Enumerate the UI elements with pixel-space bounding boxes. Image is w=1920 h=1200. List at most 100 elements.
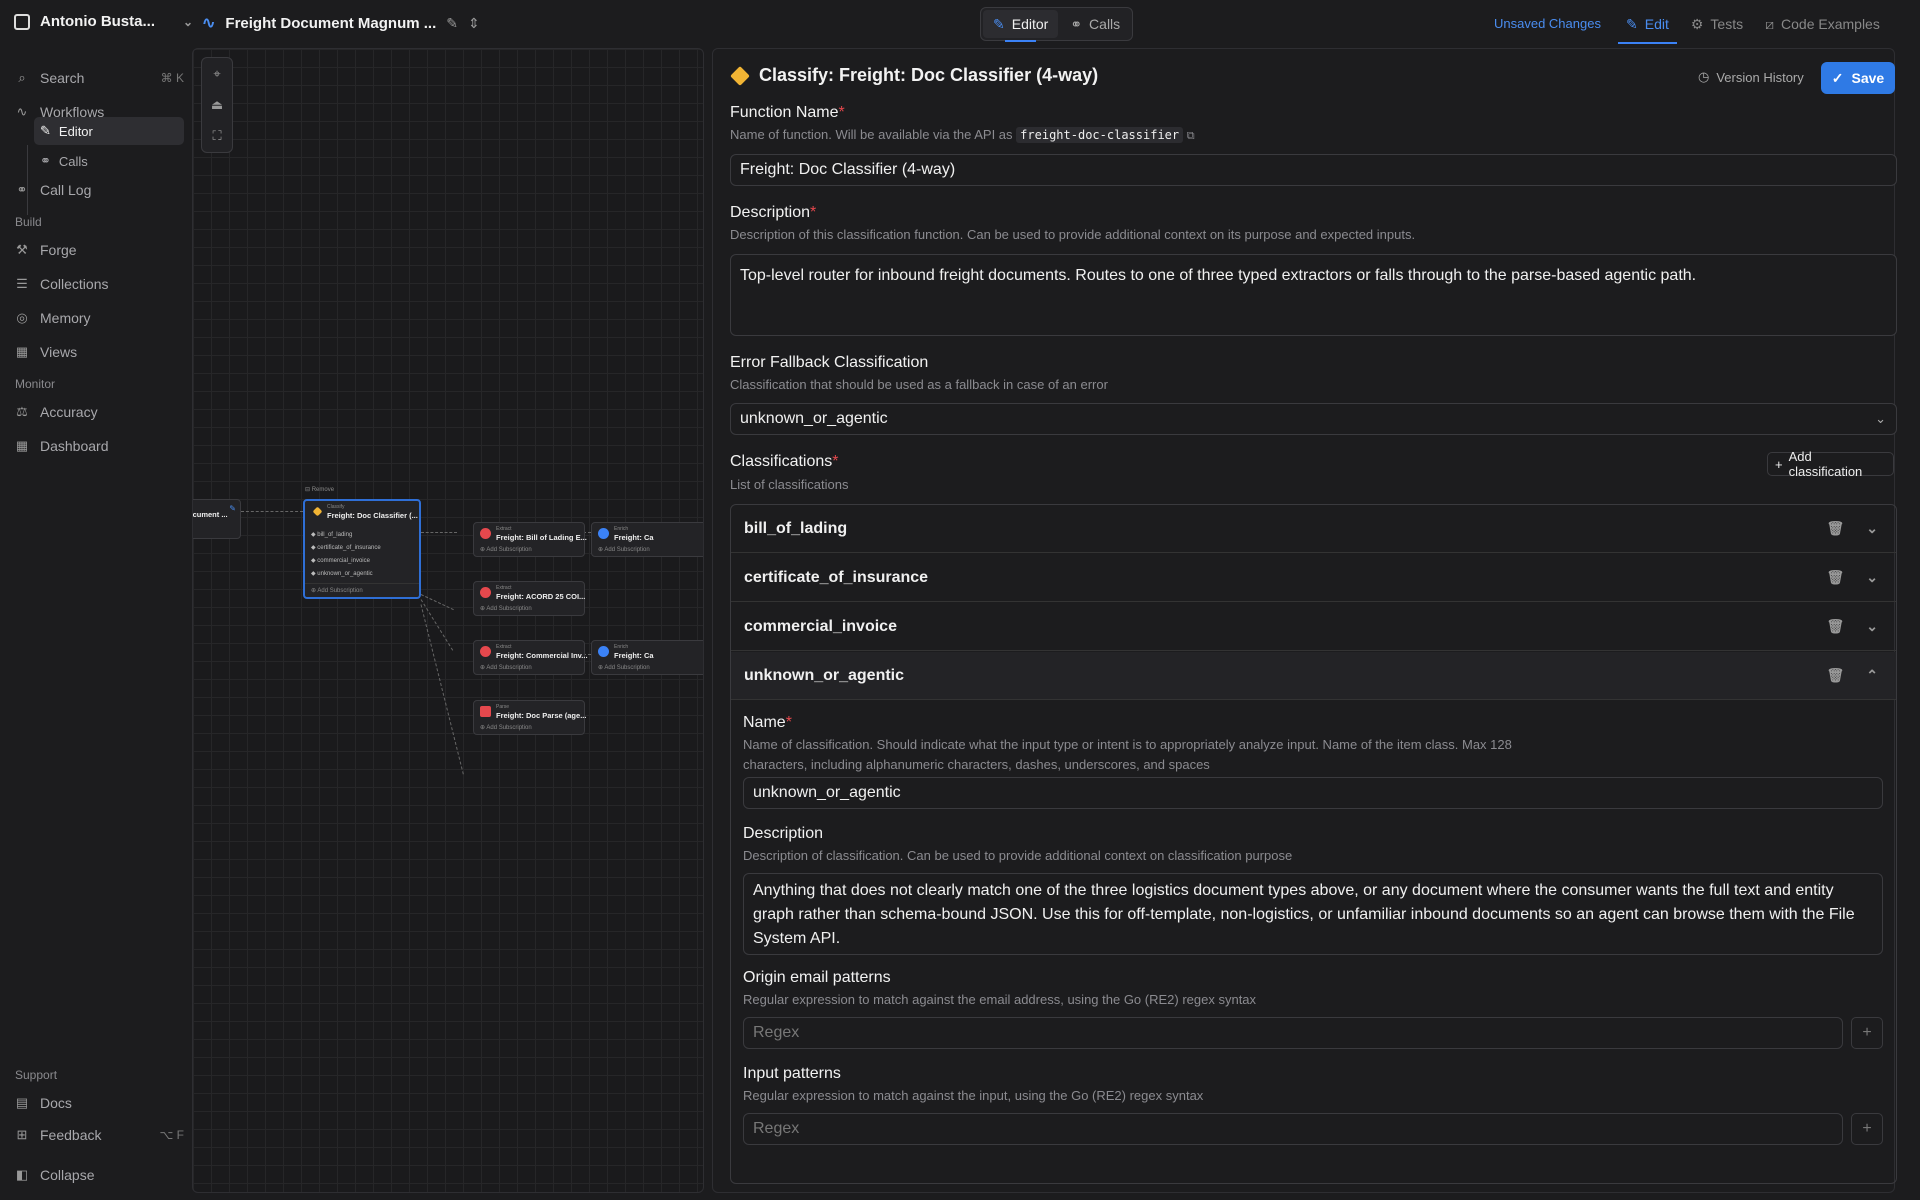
- class-name-input[interactable]: unknown_or_agentic: [743, 777, 1883, 809]
- add-subscription[interactable]: ⊕ Add Subscription: [480, 664, 532, 671]
- api-name-code[interactable]: freight-doc-classifier: [1016, 127, 1184, 143]
- dashboard-icon: ▦: [15, 438, 29, 453]
- panel-tabs: ✎ Edit ⚙ Tests ⧄ Code Examples: [1618, 0, 1880, 48]
- layout-icon[interactable]: ⏏: [211, 97, 223, 113]
- copy-icon[interactable]: ⧉: [1187, 130, 1195, 142]
- classifier-branch: ◆ unknown_or_agentic: [311, 571, 373, 577]
- workspace-switcher[interactable]: Antonio Busta... ⌄: [14, 13, 193, 30]
- plus-icon: +: [1862, 1024, 1872, 1041]
- add-subscription-label: Add Subscription: [604, 665, 650, 671]
- class-name-label-text: Name: [743, 714, 786, 731]
- trash-icon[interactable]: 🗑: [1826, 569, 1844, 586]
- add-subscription[interactable]: ⊕ Add Subscription: [598, 546, 650, 553]
- function-name-input[interactable]: Freight: Doc Classifier (4-way): [730, 154, 1897, 186]
- search-shortcut: ⌘ K: [160, 71, 184, 85]
- classifier-branch: ◆ certificate_of_insurance: [311, 545, 381, 551]
- remove-label[interactable]: ⊟ Remove: [305, 486, 334, 493]
- add-subscription[interactable]: ⊕ Add Subscription: [480, 546, 532, 553]
- version-history-button[interactable]: ◷ Version History: [1698, 69, 1804, 85]
- sidebar-item-views[interactable]: ▦ Views: [14, 338, 184, 366]
- trash-icon[interactable]: 🗑: [1826, 667, 1844, 684]
- sidebar-item-call-log[interactable]: ⚭ Call Log: [14, 176, 184, 204]
- enrich-icon: [598, 528, 609, 539]
- input-regex-input[interactable]: Regex: [743, 1113, 1843, 1145]
- class-name-hint-1: Name of classification. Should indicate …: [743, 737, 1512, 752]
- class-name-hint-2: characters, including alphanumeric chara…: [743, 757, 1210, 772]
- node-type: Parse: [496, 704, 510, 710]
- sidebar-item-feedback[interactable]: ⊞ Feedback ⌥ F: [14, 1121, 184, 1149]
- tests-icon: ⚙: [1690, 15, 1704, 32]
- workflow-icon: ∿: [202, 15, 216, 32]
- sidebar-item-forge[interactable]: ⚒ Forge: [14, 236, 184, 264]
- save-label: Save: [1851, 70, 1885, 86]
- classification-item[interactable]: commercial_invoice 🗑 ⌄: [731, 603, 1896, 651]
- sidebar-item-calls[interactable]: ⚭ Calls: [34, 147, 184, 175]
- tab-edit[interactable]: ✎ Edit: [1618, 4, 1677, 44]
- add-classification-label: Add classification: [1788, 449, 1863, 479]
- workflow-name[interactable]: Freight Document Magnum ...: [225, 15, 436, 32]
- class-description-textarea[interactable]: Anything that does not clearly match one…: [743, 873, 1883, 955]
- classifications-label-text: Classifications: [730, 453, 833, 470]
- tab-tests-label: Tests: [1710, 16, 1744, 32]
- add-subscription[interactable]: ⊕ Add Subscription: [311, 587, 363, 594]
- node-name: Freight: Ca: [614, 651, 654, 660]
- tab-code-examples[interactable]: ⧄ Code Examples: [1765, 4, 1880, 44]
- chevron-down-icon[interactable]: ⌄: [1866, 520, 1878, 537]
- node-name: Freight: ACORD 25 COI...: [496, 592, 586, 601]
- pencil-icon[interactable]: ✎: [446, 15, 458, 32]
- add-email-pattern-button[interactable]: +: [1851, 1017, 1883, 1049]
- chevron-up-icon[interactable]: ⌃: [1866, 667, 1878, 684]
- sidebar-item-collapse[interactable]: ◧ Collapse: [14, 1161, 184, 1189]
- chevron-down-icon[interactable]: ⌄: [1866, 618, 1878, 635]
- mode-calls[interactable]: ⚭ Calls: [1060, 10, 1130, 38]
- forge-label: Forge: [40, 242, 77, 258]
- node-parse[interactable]: Parse Freight: Doc Parse (age... ⊕ Add S…: [473, 700, 586, 735]
- node-document[interactable]: ocument ... ✎: [193, 499, 241, 539]
- sidebar-item-editor[interactable]: ✎ Editor: [34, 117, 184, 145]
- node-extract-coi[interactable]: Extract Freight: ACORD 25 COI... ⊕ Add S…: [473, 581, 585, 616]
- node-extract-bol[interactable]: Extract Freight: Bill of Lading E... ⊕ A…: [473, 522, 587, 557]
- trash-icon[interactable]: 🗑: [1826, 618, 1844, 635]
- collapse-label: Collapse: [40, 1167, 95, 1183]
- email-regex-input[interactable]: Regex: [743, 1017, 1843, 1049]
- fullscreen-icon[interactable]: ⛶: [212, 128, 221, 144]
- history-icon: ◷: [1698, 69, 1710, 84]
- add-classification-button[interactable]: + Add classification: [1767, 449, 1894, 479]
- add-subscription[interactable]: ⊕ Add Subscription: [480, 605, 532, 612]
- sidebar-item-collections[interactable]: ☰ Collections: [14, 270, 184, 298]
- sidebar-item-memory[interactable]: ◎ Memory: [14, 304, 184, 332]
- node-enrich-2[interactable]: Enrich Freight: Ca ⊕ Add Subscription: [591, 640, 703, 675]
- classification-item-expanded[interactable]: unknown_or_agentic 🗑 ⌃: [731, 652, 1896, 700]
- chevron-updown-icon[interactable]: ⇕: [468, 15, 480, 32]
- collapse-icon: ◧: [15, 1167, 29, 1182]
- chevron-down-icon[interactable]: ⌄: [1866, 569, 1878, 586]
- classify-icon: [730, 65, 750, 86]
- check-icon: ✓: [1831, 69, 1844, 86]
- sidebar-item-search[interactable]: ⌕ Search ⌘ K: [14, 64, 184, 92]
- trash-icon[interactable]: 🗑: [1826, 520, 1844, 537]
- sidebar-item-dashboard[interactable]: ▦ Dashboard: [14, 432, 184, 460]
- remove-text: Remove: [311, 487, 335, 493]
- sidebar-item-docs[interactable]: ▤ Docs: [14, 1089, 184, 1117]
- tab-tests[interactable]: ⚙ Tests: [1691, 4, 1743, 44]
- node-enrich-1[interactable]: Enrich Freight: Ca ⊕ Add Subscription: [591, 522, 703, 557]
- node-extract-invoice[interactable]: Extract Freight: Commercial Inv... ⊕ Add…: [473, 640, 588, 675]
- section-build: Build: [15, 215, 42, 229]
- add-input-pattern-button[interactable]: +: [1851, 1113, 1883, 1145]
- workflow-canvas[interactable]: ⌖ ⏏ ⛶ ocument ... ✎ ⊟ Remove Classify Fr…: [192, 48, 704, 1193]
- add-subscription[interactable]: ⊕ Add Subscription: [598, 664, 650, 671]
- mode-editor[interactable]: ✎ Editor: [983, 10, 1059, 42]
- add-subscription[interactable]: ⊕ Add Subscription: [480, 724, 532, 731]
- classifier-branch: ◆ commercial_invoice: [311, 558, 370, 564]
- classification-name: bill_of_lading: [744, 519, 848, 537]
- save-button[interactable]: ✓ Save: [1821, 62, 1895, 94]
- views-label: Views: [40, 344, 78, 360]
- node-classifier[interactable]: Classify Freight: Doc Classifier (... ◆ …: [303, 499, 421, 599]
- classification-item[interactable]: certificate_of_insurance 🗑 ⌄: [731, 554, 1896, 602]
- classification-item[interactable]: bill_of_lading 🗑 ⌄: [731, 505, 1896, 553]
- fallback-select[interactable]: unknown_or_agentic ⌄: [730, 403, 1897, 435]
- recenter-icon[interactable]: ⌖: [213, 66, 220, 82]
- sidebar-item-accuracy[interactable]: ⚖ Accuracy: [14, 398, 184, 426]
- panel-title-text: Classify: Freight: Doc Classifier (4-way…: [759, 65, 1099, 85]
- description-textarea[interactable]: Top-level router for inbound freight doc…: [730, 254, 1897, 336]
